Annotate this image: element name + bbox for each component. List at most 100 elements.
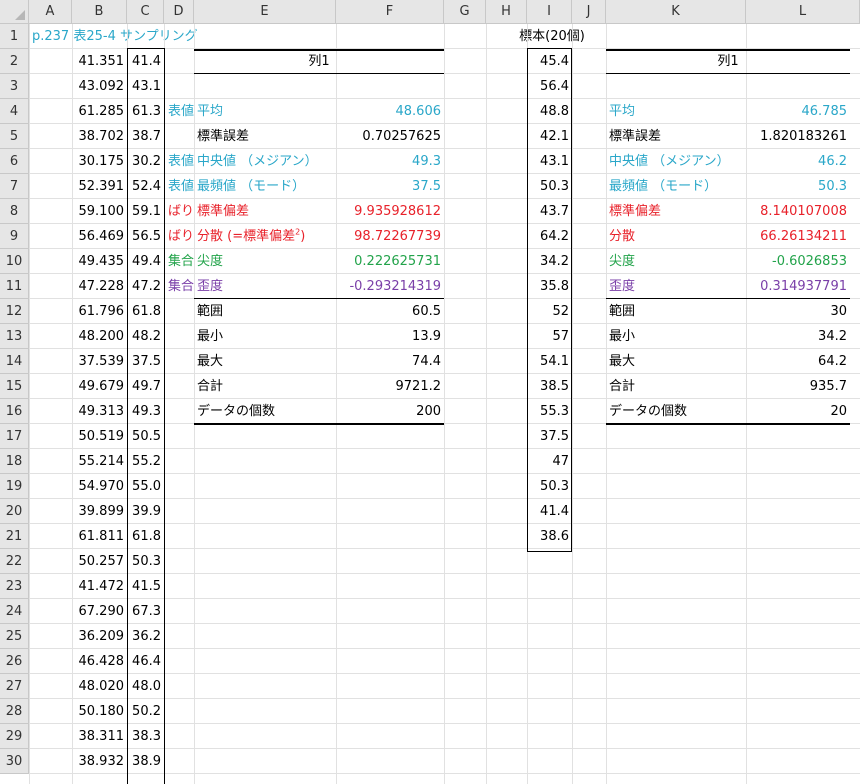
stats-right-value[interactable]: 66.26134211 [746, 224, 850, 249]
cell-c[interactable]: 47.2 [127, 274, 164, 299]
cell-c[interactable]: 50.3 [127, 549, 164, 574]
sample-cell[interactable]: 56.4 [527, 74, 572, 99]
stats-right-label[interactable]: 尖度 [606, 249, 746, 274]
row-header-4[interactable]: 4 [0, 99, 29, 124]
cell-c[interactable]: 30.2 [127, 149, 164, 174]
cell-c[interactable]: 50.5 [127, 424, 164, 449]
cell-b[interactable]: 54.970 [72, 474, 127, 499]
stats-left-label[interactable]: 最大 [194, 349, 336, 374]
column-header-d[interactable]: D [164, 0, 194, 24]
row-header-18[interactable]: 18 [0, 449, 29, 474]
row-header-6[interactable]: 6 [0, 149, 29, 174]
stats-right-label[interactable]: 分散 [606, 224, 746, 249]
sample-cell[interactable]: 52 [527, 299, 572, 324]
row-header-15[interactable]: 15 [0, 374, 29, 399]
column-header-j[interactable]: J [572, 0, 606, 24]
cell-c[interactable]: 49.3 [127, 399, 164, 424]
stats-right-value[interactable]: 8.140107008 [746, 199, 850, 224]
cell-b[interactable]: 61.796 [72, 299, 127, 324]
cell-b[interactable]: 41.472 [72, 574, 127, 599]
cell-b[interactable]: 46.428 [72, 649, 127, 674]
stats-right-header[interactable]: 列1 [606, 49, 850, 74]
sample-cell[interactable]: 50.3 [527, 174, 572, 199]
cell-c[interactable]: 48.2 [127, 324, 164, 349]
cell-d-overflow[interactable]: ばり [164, 224, 194, 249]
cell-b[interactable]: 30.175 [72, 149, 127, 174]
stats-left-label[interactable]: 合計 [194, 374, 336, 399]
cell-b[interactable]: 50.180 [72, 699, 127, 724]
select-all-corner[interactable] [0, 0, 29, 24]
stats-left-value[interactable]: 9.935928612 [336, 199, 444, 224]
cell-c[interactable]: 55.0 [127, 474, 164, 499]
stats-right-value[interactable]: 20 [746, 399, 850, 424]
cell-c[interactable]: 67.3 [127, 599, 164, 624]
row-header-2[interactable]: 2 [0, 49, 29, 74]
stats-left-value[interactable]: 48.606 [336, 99, 444, 124]
cell-c[interactable]: 36.2 [127, 624, 164, 649]
row-header-25[interactable]: 25 [0, 624, 29, 649]
row-header-13[interactable]: 13 [0, 324, 29, 349]
cell-b[interactable]: 56.469 [72, 224, 127, 249]
sample-cell[interactable]: 41.4 [527, 499, 572, 524]
stats-right-value[interactable]: 1.820183261 [746, 124, 850, 149]
cell-c[interactable]: 49.4 [127, 249, 164, 274]
cell-c[interactable]: 52.4 [127, 174, 164, 199]
cell-d-overflow[interactable]: 表値 [164, 99, 194, 124]
cell-b[interactable]: 61.811 [72, 524, 127, 549]
cell-c[interactable]: 41.4 [127, 49, 164, 74]
cell-b[interactable]: 49.435 [72, 249, 127, 274]
row-header-27[interactable]: 27 [0, 674, 29, 699]
stats-left-header[interactable]: 列1 [194, 49, 444, 74]
stats-left-value[interactable]: 74.4 [336, 349, 444, 374]
row-header-19[interactable]: 19 [0, 474, 29, 499]
stats-right-value[interactable]: 935.7 [746, 374, 850, 399]
stats-right-value[interactable]: 46.2 [746, 149, 850, 174]
stats-left-label[interactable]: 最小 [194, 324, 336, 349]
sample-cell[interactable]: 34.2 [527, 249, 572, 274]
column-header-h[interactable]: H [486, 0, 527, 24]
cell-d-overflow[interactable]: 表値 [164, 174, 194, 199]
sample-cell[interactable]: 47 [527, 449, 572, 474]
cell-b[interactable]: 36.209 [72, 624, 127, 649]
stats-right-label[interactable]: 平均 [606, 99, 746, 124]
cell-d-overflow[interactable]: 集合 [164, 249, 194, 274]
row-header-10[interactable]: 10 [0, 249, 29, 274]
sample-cell[interactable]: 35.8 [527, 274, 572, 299]
spreadsheet-grid[interactable]: p.237 表25-4 サンプリング 標本(20個) ABCDEFGHIJKL 1… [0, 0, 860, 784]
stats-left-label[interactable]: 平均 [194, 99, 336, 124]
row-header-21[interactable]: 21 [0, 524, 29, 549]
cell-c[interactable]: 48.0 [127, 674, 164, 699]
cell-b[interactable]: 61.285 [72, 99, 127, 124]
cell-c[interactable]: 41.5 [127, 574, 164, 599]
sample-cell[interactable]: 57 [527, 324, 572, 349]
cell-c[interactable]: 61.8 [127, 524, 164, 549]
cell-b[interactable]: 48.020 [72, 674, 127, 699]
row-header-23[interactable]: 23 [0, 574, 29, 599]
sample-cell[interactable]: 45.4 [527, 49, 572, 74]
row-header-17[interactable]: 17 [0, 424, 29, 449]
row-header-28[interactable]: 28 [0, 699, 29, 724]
sample-cell[interactable]: 43.1 [527, 149, 572, 174]
column-header-a[interactable]: A [29, 0, 72, 24]
stats-right-label[interactable]: 合計 [606, 374, 746, 399]
stats-right-label[interactable]: 範囲 [606, 299, 746, 324]
cell-c[interactable]: 39.9 [127, 499, 164, 524]
column-header-f[interactable]: F [336, 0, 444, 24]
row-header-20[interactable]: 20 [0, 499, 29, 524]
cell-b[interactable]: 38.311 [72, 724, 127, 749]
cell-d-overflow[interactable]: 表値 [164, 149, 194, 174]
stats-left-value[interactable]: 60.5 [336, 299, 444, 324]
stats-left-value[interactable]: 49.3 [336, 149, 444, 174]
cell-c[interactable]: 55.2 [127, 449, 164, 474]
sample-cell[interactable]: 38.5 [527, 374, 572, 399]
row-header-16[interactable]: 16 [0, 399, 29, 424]
stats-left-label[interactable]: 範囲 [194, 299, 336, 324]
row-header-29[interactable]: 29 [0, 724, 29, 749]
cell-c[interactable]: 61.3 [127, 99, 164, 124]
sample-cell[interactable]: 42.1 [527, 124, 572, 149]
row-header-8[interactable]: 8 [0, 199, 29, 224]
stats-left-value[interactable]: 0.222625731 [336, 249, 444, 274]
cell-b[interactable]: 55.214 [72, 449, 127, 474]
cell-b[interactable]: 49.313 [72, 399, 127, 424]
row-header-24[interactable]: 24 [0, 599, 29, 624]
